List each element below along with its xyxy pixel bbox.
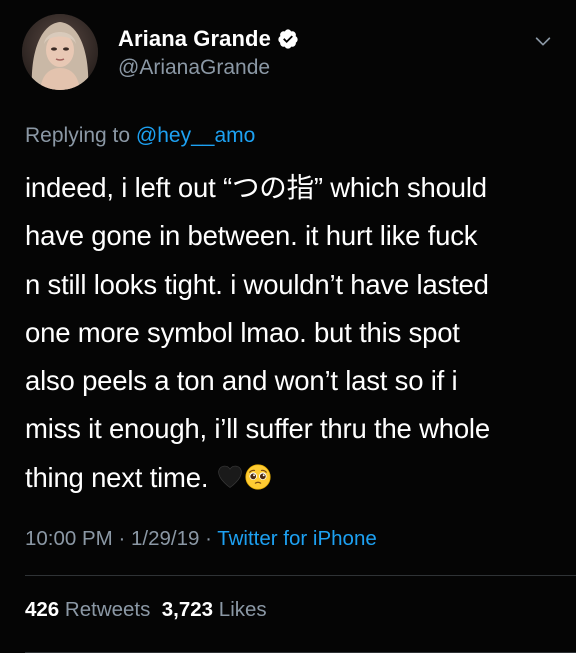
tweet-card: Ariana Grande @ArianaGrande Replying to … — [0, 0, 576, 653]
avatar-image — [22, 14, 98, 90]
pleading-face-icon — [244, 458, 272, 490]
author-handle[interactable]: @ArianaGrande — [118, 56, 270, 80]
tweet-time[interactable]: 10:00 PM — [25, 527, 113, 550]
tweet-text-line: n still looks tight. i wouldn’t have las… — [25, 268, 489, 300]
tweet-text-line: one more symbol lmao. but this spot — [25, 316, 460, 348]
tweet-stats: 426 Retweets 3,723 Likes — [25, 598, 267, 622]
black-heart-icon — [216, 458, 244, 488]
retweets-label: Retweets — [59, 598, 151, 621]
reply-mention-link[interactable]: @hey__amo — [136, 124, 255, 147]
likes-label: Likes — [213, 598, 267, 621]
tweet-text-line: indeed, i left out “つの指” which should — [25, 172, 487, 203]
tweet-date[interactable]: 1/29/19 — [131, 527, 199, 550]
likes-count: 3,723 — [161, 598, 214, 621]
meta-separator: · — [112, 527, 131, 550]
verified-badge-icon — [277, 28, 299, 50]
author-name-row[interactable]: Ariana Grande — [118, 26, 299, 52]
tweet-source-link[interactable]: Twitter for iPhone — [217, 527, 377, 550]
tweet-text-line: have gone in between. it hurt like fuck — [25, 220, 478, 252]
retweets-stat[interactable]: 426 Retweets — [25, 598, 150, 621]
tweet-text-line: also peels a ton and won’t last so if i — [25, 365, 458, 397]
likes-stat[interactable]: 3,723 Likes — [162, 598, 267, 621]
chevron-down-icon[interactable] — [532, 30, 554, 52]
tweet-meta: 10:00 PM · 1/29/19 · Twitter for iPhone — [25, 527, 377, 551]
tweet-text: indeed, i left out “つの指” which should ha… — [25, 164, 555, 502]
author-display-name[interactable]: Ariana Grande — [118, 26, 271, 52]
replying-to: Replying to @hey__amo — [25, 124, 255, 148]
replying-to-label: Replying to — [25, 124, 136, 147]
tweet-text-line: thing next time. — [25, 461, 216, 493]
tweet-text-line: miss it enough, i’ll suffer thru the who… — [25, 413, 490, 445]
divider — [25, 575, 576, 576]
avatar[interactable] — [22, 14, 98, 90]
meta-separator: · — [199, 527, 218, 550]
retweets-count: 426 — [25, 598, 60, 621]
tweet-text-last-line: thing next time. — [25, 454, 555, 502]
